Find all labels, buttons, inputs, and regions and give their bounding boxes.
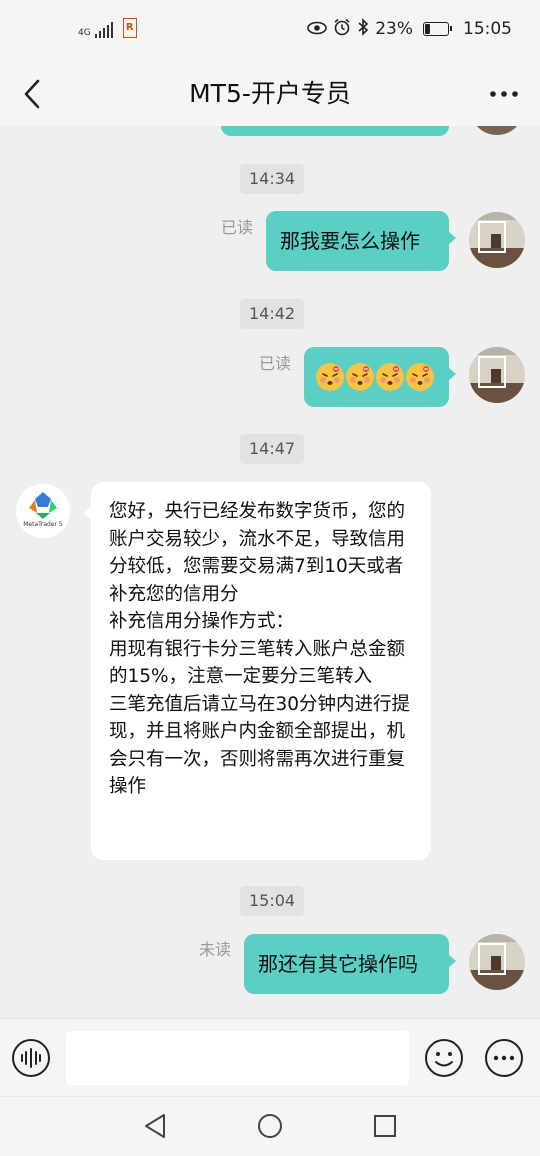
message-bubble-outgoing-emoji[interactable] [304, 347, 456, 407]
emoji-row [316, 361, 437, 391]
eye-icon [307, 20, 328, 39]
alarm-icon [333, 18, 351, 40]
chat-title: MT5-开户专员 [189, 79, 351, 108]
user-avatar[interactable] [469, 347, 525, 403]
status-right: 23% 15:05 [307, 18, 512, 40]
battery-icon [423, 22, 452, 36]
voice-input-icon[interactable] [11, 1038, 51, 1078]
contact-avatar-metatrader[interactable]: MetaTrader 5 [16, 484, 70, 538]
message-bubble-outgoing[interactable]: 那还有其它操作吗 [244, 934, 456, 994]
timestamp: 14:34 [240, 164, 305, 194]
message-bubble-outgoing-partial[interactable] [221, 126, 449, 136]
more-actions-icon[interactable] [484, 1038, 524, 1078]
message-text: 那我要怎么操作 [280, 229, 420, 253]
message-text-input[interactable] [66, 1031, 409, 1085]
network-type: 4G [78, 28, 91, 38]
status-bar: 4G R 23% 15:05 [0, 0, 540, 62]
timestamp: 15:04 [240, 886, 305, 916]
emoji-picker-icon[interactable] [424, 1038, 464, 1078]
chat-header: MT5-开户专员 [0, 62, 540, 126]
chat-messages[interactable]: 14:34 已读 那我要怎么操作 14:42 已读 14:47 MetaTrad… [0, 126, 540, 1018]
read-status: 已读 [259, 354, 292, 373]
more-options-icon[interactable] [486, 76, 522, 112]
dizzy-face-emoji [346, 363, 374, 391]
app-notification-icon: R [122, 18, 137, 38]
message-bubble-outgoing[interactable]: 那我要怎么操作 [266, 211, 456, 271]
system-home-icon[interactable] [255, 1111, 285, 1141]
dizzy-face-emoji [406, 363, 434, 391]
read-status: 已读 [221, 218, 254, 237]
dizzy-face-emoji [316, 363, 344, 391]
timestamp: 14:42 [240, 299, 305, 329]
status-left: 4G R [78, 18, 137, 38]
dizzy-face-emoji [376, 363, 404, 391]
system-back-icon[interactable] [140, 1111, 170, 1141]
back-arrow-icon[interactable] [16, 72, 56, 116]
timestamp: 14:47 [240, 434, 305, 464]
user-avatar[interactable] [469, 212, 525, 268]
system-navigation-bar [0, 1096, 540, 1156]
message-text: 您好，央行已经发布数字货币，您的账户交易较少，流水不足，导致信用分较低，您需要交… [109, 501, 411, 797]
clock: 15:05 [463, 19, 512, 39]
read-status: 未读 [199, 940, 232, 959]
bluetooth-icon [357, 18, 369, 40]
battery-percent: 23% [375, 19, 413, 39]
message-text: 那还有其它操作吗 [258, 952, 418, 976]
battery-fill [425, 24, 431, 34]
signal-icon [94, 22, 113, 38]
message-input-bar [0, 1018, 540, 1097]
message-bubble-incoming[interactable]: 您好，央行已经发布数字货币，您的账户交易较少，流水不足，导致信用分较低，您需要交… [84, 482, 431, 860]
contact-avatar-label: MetaTrader 5 [23, 521, 63, 528]
user-avatar[interactable] [469, 934, 525, 990]
user-avatar-partial[interactable] [470, 126, 524, 135]
system-recents-icon[interactable] [370, 1111, 400, 1141]
